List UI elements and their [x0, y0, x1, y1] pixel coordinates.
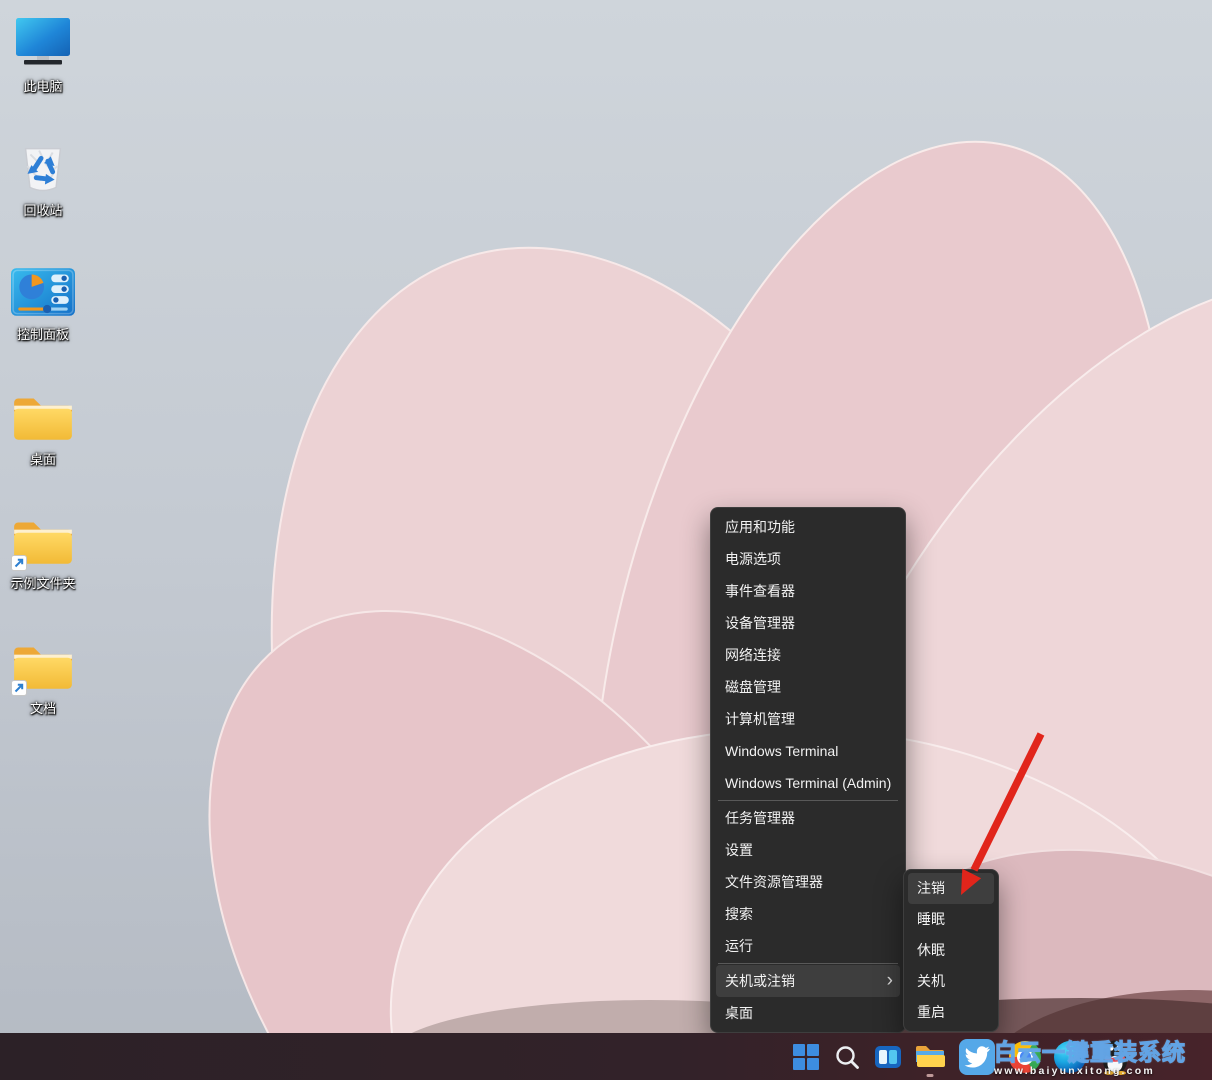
submenu-item[interactable]: 注销 — [908, 873, 994, 904]
menu-item[interactable]: 任务管理器 › — [716, 802, 900, 834]
submenu-item-label: 睡眠 — [917, 904, 945, 935]
desktop-icon-label: 文档 — [30, 701, 56, 716]
desktop-icon-label: 示例文件夹 — [10, 576, 75, 591]
menu-item[interactable]: 文件资源管理器 › — [716, 866, 900, 898]
menu-item-label: 网络连接 — [725, 639, 781, 671]
menu-item-label: 计算机管理 — [725, 703, 795, 735]
submenu-item[interactable]: 关机 — [908, 966, 994, 997]
chrome-icon[interactable] — [1009, 1041, 1041, 1073]
folder-icon — [9, 509, 77, 573]
menu-item-label: 文件资源管理器 — [725, 866, 823, 898]
menu-item-label: 事件查看器 — [725, 575, 795, 607]
menu-item[interactable]: Windows Terminal › — [716, 735, 900, 767]
edge-icon[interactable] — [1054, 1041, 1086, 1073]
desktop-icon-sample-folder[interactable]: 示例文件夹 — [0, 509, 86, 591]
twitter-icon[interactable] — [958, 1038, 996, 1076]
submenu-item-label: 注销 — [917, 873, 945, 904]
menu-item[interactable]: 搜索 › — [716, 898, 900, 930]
menu-item[interactable]: 应用和功能 › — [716, 511, 900, 543]
shortcut-arrow-icon — [11, 680, 27, 696]
menu-item-label: 设置 — [725, 834, 753, 866]
menu-item[interactable]: 计算机管理 › — [716, 703, 900, 735]
menu-item-label: 关机或注销 — [725, 965, 795, 997]
submenu-item[interactable]: 休眠 — [908, 935, 994, 966]
task-view-icon[interactable] — [874, 1043, 902, 1071]
desktop-icon-documents[interactable]: 文档 — [0, 634, 86, 716]
menu-item-label: Windows Terminal (Admin) — [725, 767, 891, 799]
menu-item[interactable]: 事件查看器 › — [716, 575, 900, 607]
control-panel-icon — [9, 260, 77, 324]
desktop-icon-this-pc[interactable]: 此电脑 — [0, 12, 86, 94]
submenu-chevron-icon: › — [887, 966, 893, 996]
submenu-item-label: 关机 — [917, 966, 945, 997]
desktop-icon-control-panel[interactable]: 控制面板 — [0, 260, 86, 342]
submenu-item-label: 休眠 — [917, 935, 945, 966]
menu-item-label: 设备管理器 — [725, 607, 795, 639]
submenu-item[interactable]: 睡眠 — [908, 904, 994, 935]
menu-item[interactable]: 设置 › — [716, 834, 900, 866]
desktop-icon-desktop-folder[interactable]: 桌面 — [0, 385, 86, 467]
recycle-bin-icon — [9, 136, 77, 200]
shortcut-arrow-icon — [11, 555, 27, 571]
start-button[interactable] — [792, 1043, 820, 1071]
menu-item[interactable]: 磁盘管理 › — [716, 671, 900, 703]
desktop-wallpaper — [0, 0, 1212, 1080]
menu-item-label: 电源选项 — [725, 543, 781, 575]
menu-item-label: 任务管理器 — [725, 802, 795, 834]
menu-item-label: Windows Terminal — [725, 735, 838, 767]
menu-item-label: 磁盘管理 — [725, 671, 781, 703]
desktop-icon-recycle-bin[interactable]: 回收站 — [0, 136, 86, 218]
menu-item-label: 应用和功能 — [725, 511, 795, 543]
menu-item[interactable]: 运行 › — [716, 930, 900, 962]
menu-separator — [718, 800, 898, 801]
taskbar — [0, 1033, 1212, 1080]
desktop-icon-label: 此电脑 — [23, 79, 62, 94]
menu-item-label: 运行 — [725, 930, 753, 962]
shutdown-submenu: 注销 睡眠 休眠 关机 重启 — [903, 869, 999, 1032]
menu-item-label: 搜索 — [725, 898, 753, 930]
menu-item[interactable]: 网络连接 › — [716, 639, 900, 671]
search-icon[interactable] — [833, 1043, 861, 1071]
desktop-icon-label: 回收站 — [23, 203, 62, 218]
menu-item[interactable]: Windows Terminal (Admin) › — [716, 767, 900, 799]
menu-item[interactable]: 桌面 › — [716, 997, 900, 1029]
desktop-icon-label: 控制面板 — [17, 327, 69, 342]
this-pc-icon — [9, 12, 77, 76]
desktop-icon-label: 桌面 — [30, 452, 56, 467]
taskbar-icons — [792, 1033, 1131, 1080]
menu-separator — [718, 963, 898, 964]
file-explorer-icon[interactable] — [915, 1043, 945, 1070]
winx-context-menu: 应用和功能 › 电源选项 › 事件查看器 › 设备管理器 › 网络连接 › 磁盘… — [710, 507, 906, 1033]
submenu-item[interactable]: 重启 — [908, 997, 994, 1028]
menu-item[interactable]: 设备管理器 › — [716, 607, 900, 639]
menu-item[interactable]: 关机或注销 › — [716, 965, 900, 997]
running-indicator — [927, 1074, 934, 1077]
folder-icon — [9, 385, 77, 449]
submenu-item-label: 重启 — [917, 997, 945, 1028]
menu-item-label: 桌面 — [725, 997, 753, 1029]
menu-item[interactable]: 电源选项 › — [716, 543, 900, 575]
qq-icon[interactable] — [1099, 1039, 1131, 1075]
folder-icon — [9, 634, 77, 698]
